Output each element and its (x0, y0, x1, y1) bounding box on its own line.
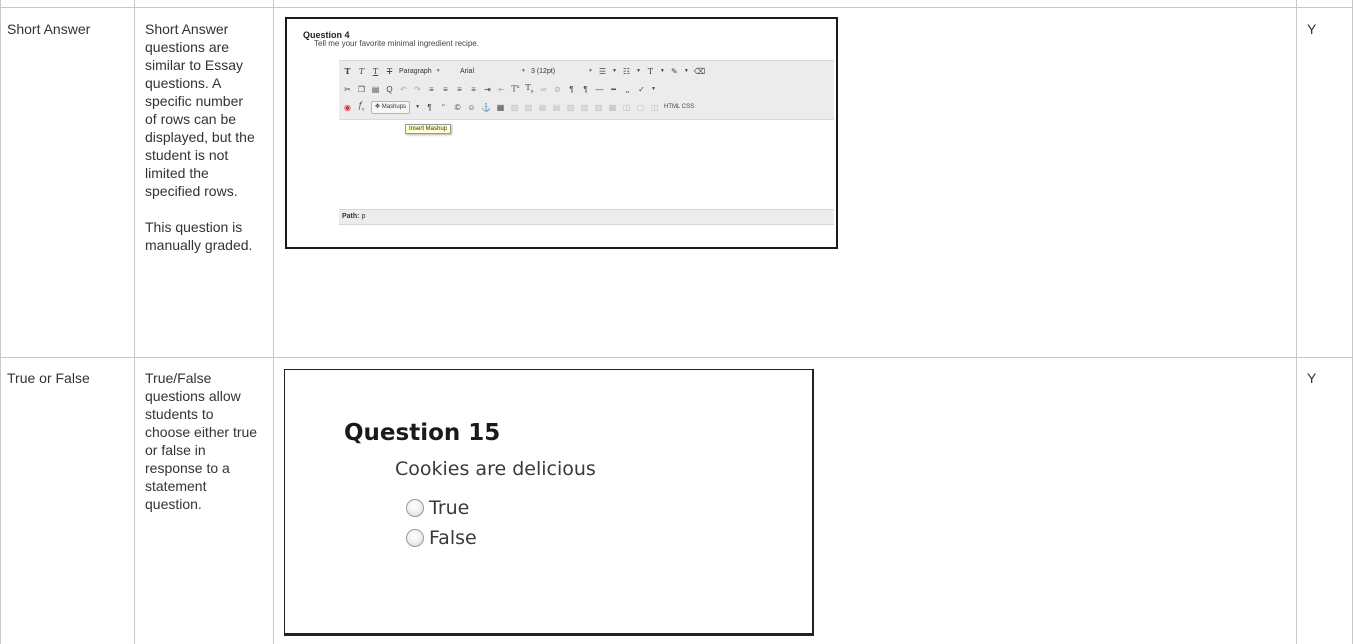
spellcheck-icon[interactable]: ✓ (637, 85, 646, 94)
superscript-icon[interactable]: Tx (511, 84, 520, 94)
highlight-pen-icon[interactable]: ✎ (670, 67, 679, 76)
row1-flag: Y (1307, 20, 1316, 38)
row2-type-text: True or False (7, 370, 90, 386)
row1-type: Short Answer (7, 20, 122, 38)
true-false-screenshot: Question 15 Cookies are delicious True F… (284, 369, 814, 636)
row2-flag: Y (1307, 369, 1316, 387)
font-dropdown[interactable]: Arial ▼ (460, 68, 526, 75)
table-divider-col2 (273, 0, 274, 644)
editor-toolbar: T T T T Paragraph ▼ Arial ▼ 3 (12pt) ▼ ☰ ▼ ☷… (339, 61, 834, 120)
html-css-button[interactable]: HTML CSS (664, 104, 694, 110)
row1-description: Short Answer questions are similar to Es… (145, 20, 257, 254)
table-row-divider (0, 357, 1353, 358)
insert-mashup-tooltip: Insert Mashup (405, 124, 452, 134)
delete-col-icon[interactable]: ▦ (608, 103, 617, 112)
radio-button[interactable] (406, 499, 424, 517)
italic-icon[interactable]: T (357, 67, 366, 76)
bold-icon[interactable]: T (343, 66, 352, 76)
question-title: Question 15 (344, 420, 501, 446)
short-answer-screenshot: Question 4 Tell me your favorite minimal… (285, 17, 838, 249)
bullet-list-icon[interactable]: ☰ (598, 67, 607, 76)
table-icon[interactable]: ▦ (496, 103, 505, 112)
find-icon[interactable]: Q (385, 85, 394, 94)
table-border-left (0, 0, 1, 644)
question-types-table: Short Answer Short Answer questions are … (0, 0, 1353, 644)
option-false[interactable]: False (406, 527, 477, 549)
row2-flag-text: Y (1307, 370, 1317, 386)
ltr-icon[interactable]: ¶ (567, 85, 576, 94)
merge-cells-icon[interactable]: ▢ (636, 103, 645, 112)
hr-bold-icon[interactable]: ━ (609, 85, 618, 94)
eraser-icon[interactable]: ⌫ (694, 67, 705, 76)
rich-text-editor: T T T T Paragraph ▼ Arial ▼ 3 (12pt) ▼ ☰ ▼ ☷… (339, 60, 834, 247)
question-text: Cookies are delicious (395, 458, 596, 480)
subscript-icon[interactable]: Tx (525, 83, 534, 95)
insert-row-after-icon[interactable]: ▤ (552, 103, 561, 112)
horizontal-rule-icon[interactable]: — (595, 85, 604, 94)
undo-icon[interactable]: ↶ (399, 85, 408, 94)
numbered-list-icon[interactable]: ☷ (622, 67, 631, 76)
indent-icon[interactable]: ⇥ (483, 85, 492, 94)
underline-icon[interactable]: T (371, 67, 380, 76)
option-label: False (429, 527, 477, 549)
question-text: Tell me your favorite minimal ingredient… (314, 39, 479, 48)
align-left-icon[interactable]: ≡ (427, 85, 436, 94)
radio-button[interactable] (406, 529, 424, 547)
size-dropdown[interactable]: 3 (12pt) ▼ (531, 68, 593, 75)
editor-path-bar: Path: p (339, 209, 834, 225)
strikethrough-icon[interactable]: T (385, 67, 394, 76)
row2-type: True or False (7, 369, 122, 387)
align-center-icon[interactable]: ≡ (441, 85, 450, 94)
unlink-icon[interactable]: ⊘ (553, 85, 562, 94)
split-cells-icon[interactable]: ◫ (622, 103, 631, 112)
record-icon[interactable]: ◉ (343, 103, 352, 112)
emoticon-icon[interactable]: ☺ (467, 103, 476, 112)
toolbar-row-2: ✂ ❐ ▤ Q ↶ ↷ ≡ ≡ ≡ ≡ ⇥ ⇤ Tx Tx ∞ ⊘ ¶ ¶ — … (343, 83, 656, 95)
row1-description-text: Short Answer questions are similar to Es… (145, 21, 255, 199)
link-icon[interactable]: ∞ (539, 85, 548, 94)
redo-icon[interactable]: ↷ (413, 85, 422, 94)
option-true[interactable]: True (406, 497, 469, 519)
table-row-props-icon[interactable]: ▥ (510, 103, 519, 112)
cut-icon[interactable]: ✂ (343, 85, 352, 94)
visual-aid-icon[interactable]: ◫ (650, 103, 659, 112)
paste-icon[interactable]: ▤ (371, 85, 380, 94)
insert-col-after-icon[interactable]: ▥ (594, 103, 603, 112)
rtl-icon[interactable]: ¶ (581, 85, 590, 94)
toolbar-row-1: T T T T Paragraph ▼ Arial ▼ 3 (12pt) ▼ ☰ ▼ ☷… (343, 66, 706, 76)
delete-row-icon[interactable]: ▥ (566, 103, 575, 112)
option-label: True (429, 497, 470, 519)
table-divider-col1 (134, 0, 135, 644)
insert-col-before-icon[interactable]: ▥ (580, 103, 589, 112)
toolbar-row-3: ◉ fx ✥ Mashups ▼ ¶ “ © ☺ ⚓ ▦ ▥ ▧ ▤ ▤ ▥ ▥ … (343, 100, 695, 114)
paragraph-icon[interactable]: ¶ (425, 103, 434, 112)
table-cell-props-icon[interactable]: ▧ (524, 103, 533, 112)
nonbreaking-space-icon[interactable]: ⎵ (623, 84, 632, 94)
anchor-icon[interactable]: ⚓ (481, 103, 491, 112)
table-border-top (0, 7, 1353, 8)
row2-description-text: True/False questions allow students to c… (145, 370, 258, 512)
row1-note-text: This question is manually graded. (145, 219, 253, 253)
align-right-icon[interactable]: ≡ (455, 85, 464, 94)
outdent-icon[interactable]: ⇤ (497, 85, 506, 94)
puzzle-icon: ✥ (375, 103, 381, 110)
insert-row-before-icon[interactable]: ▤ (538, 103, 547, 112)
table-divider-col3 (1296, 0, 1297, 644)
row1-type-text: Short Answer (7, 21, 91, 37)
blockquote-icon[interactable]: “ (439, 103, 448, 112)
row2-description: True/False questions allow students to c… (145, 369, 260, 513)
format-dropdown[interactable]: Paragraph ▼ (399, 68, 455, 75)
copyright-icon[interactable]: © (453, 103, 462, 112)
text-color-icon[interactable]: T (646, 67, 655, 76)
math-formula-icon[interactable]: fx (357, 101, 366, 113)
justify-icon[interactable]: ≡ (469, 85, 478, 94)
copy-icon[interactable]: ❐ (357, 85, 366, 94)
row1-flag-text: Y (1307, 21, 1317, 37)
mashups-button[interactable]: ✥ Mashups (371, 100, 411, 114)
